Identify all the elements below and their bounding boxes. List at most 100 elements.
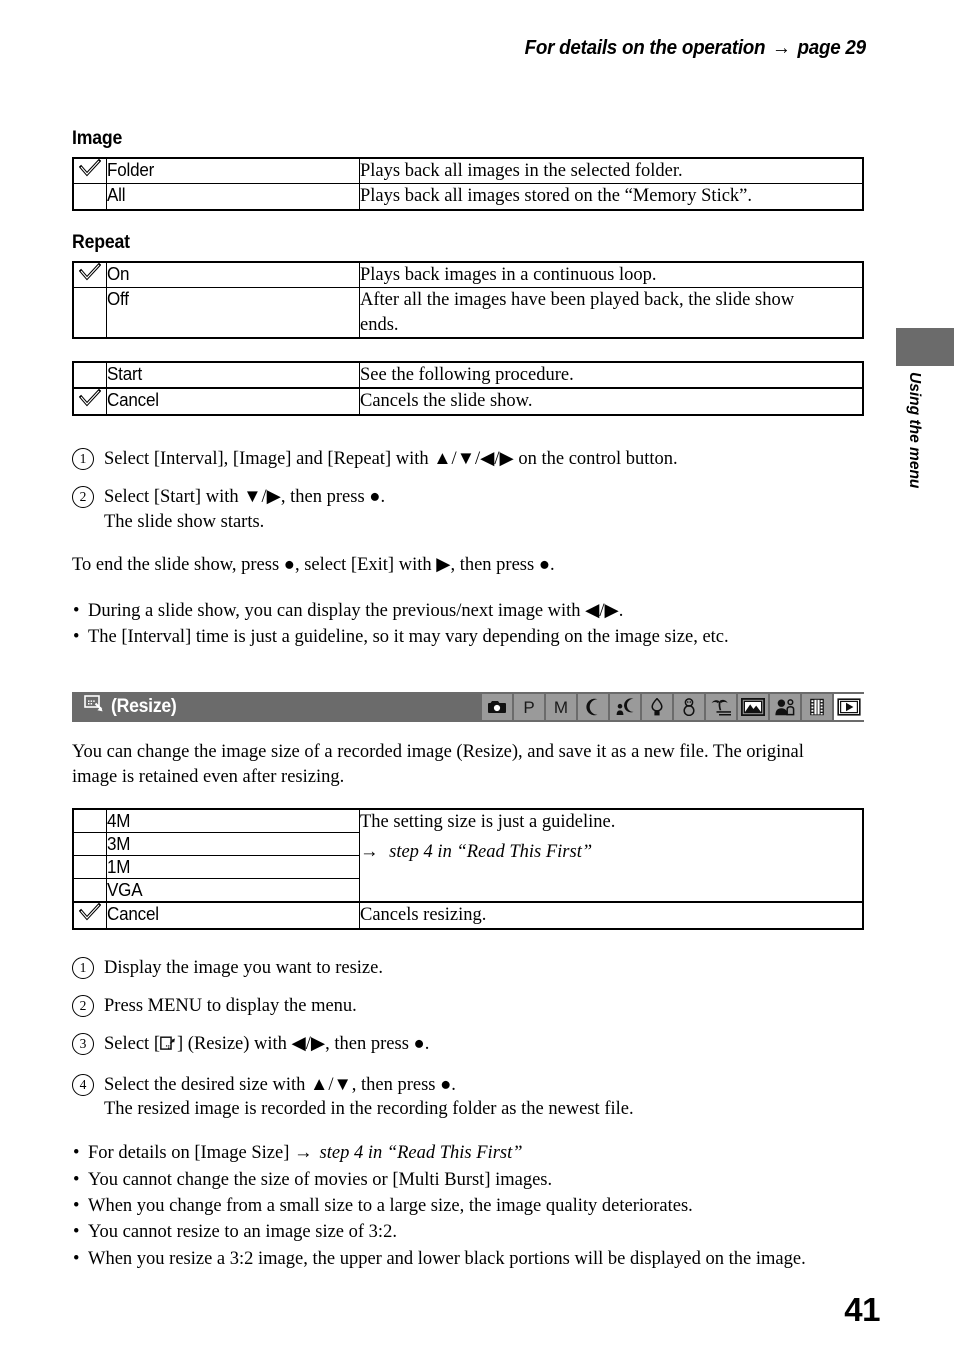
image-options-table: Folder Plays back all images in the sele… — [72, 157, 864, 211]
step-number: 2 — [72, 485, 94, 508]
portrait-mode-icon[interactable] — [770, 694, 800, 721]
checkmark-cell — [72, 901, 107, 930]
checkmark-icon — [79, 159, 101, 177]
option-label: 4M — [106, 808, 360, 834]
table-row: Start See the following procedure. — [72, 361, 864, 389]
option-description: Plays back images in a continuous loop. — [359, 261, 864, 289]
step-subtext: The slide show starts. — [104, 511, 265, 532]
step-number: 4 — [72, 1073, 94, 1096]
slideshow-notes-list: During a slide show, you can display the… — [72, 598, 864, 651]
option-label: Folder — [106, 157, 360, 185]
table-row: Folder Plays back all images in the sele… — [72, 157, 864, 185]
resize-options-table: 4M The setting size is just a guideline.… — [72, 808, 864, 930]
mode-icon-row: P M — [482, 692, 864, 722]
step-text: Press MENU to display the menu. — [104, 995, 357, 1016]
list-item: You cannot resize to an image size of 3:… — [72, 1219, 864, 1246]
option-label: 1M — [106, 855, 360, 880]
list-item-reference: step 4 in “Read This First” — [319, 1143, 523, 1164]
list-item: For details on [Image Size] → step 4 in “… — [72, 1140, 864, 1167]
resize-intro-text: You can change the image size of a recor… — [72, 742, 804, 788]
option-label: VGA — [106, 878, 360, 903]
checkmark-cell — [72, 287, 107, 339]
page-content: Image Folder Plays back all images in th… — [72, 0, 864, 1272]
step-number: 1 — [72, 956, 94, 979]
checkmark-cell — [72, 832, 107, 857]
option-description: Cancels resizing. — [359, 901, 864, 930]
arrow-right-icon: → — [294, 1143, 313, 1164]
list-item: You cannot change the size of movies or … — [72, 1167, 864, 1194]
step-text: Select [Start] with ▼/▶, then press ●. — [104, 486, 386, 507]
table-row: Cancel Cancels the slide show. — [72, 387, 864, 416]
banner-title: (Resize) — [72, 695, 181, 719]
resize-notes-list: For details on [Image Size] → step 4 in “… — [72, 1140, 864, 1272]
checkmark-cell — [72, 183, 107, 211]
checkmark-cell — [72, 361, 107, 389]
option-description: After all the images have been played ba… — [359, 287, 864, 339]
page-number: 41 — [844, 1291, 880, 1328]
slideshow-step-2: 2 Select [Start] with ▼/▶, then press ●.… — [72, 485, 864, 535]
checkmark-cell — [72, 157, 107, 185]
step-number: 3 — [72, 1032, 94, 1055]
resize-desc-reference: step 4 in “Read This First” — [389, 841, 593, 862]
list-item: During a slide show, you can display the… — [72, 598, 864, 625]
playback-mode-icon[interactable] — [834, 694, 864, 721]
resize-icon-inline — [160, 1035, 177, 1060]
checkmark-cell — [72, 878, 107, 903]
step-text: Select [Interval], [Image] and [Repeat] … — [104, 448, 678, 469]
option-label: Off — [106, 287, 360, 339]
mode-letter: M — [553, 697, 569, 717]
section-heading-image: Image — [72, 128, 123, 149]
banner-title-text: (Resize) — [111, 696, 177, 718]
arrow-right-icon: → — [360, 841, 379, 862]
list-item-text: For details on [Image Size] — [88, 1143, 295, 1164]
snow-mode-icon[interactable] — [674, 694, 704, 721]
step-text-before: Select [ — [104, 1033, 160, 1054]
step-text-after: ] (Resize) with ◀/▶, then press ●. — [177, 1033, 430, 1054]
list-item: When you change from a small size to a l… — [72, 1193, 864, 1220]
landscape-mode-icon[interactable] — [738, 694, 768, 721]
slideshow-step-1: 1 Select [Interval], [Image] and [Repeat… — [72, 447, 864, 472]
list-item: The [Interval] time is just a guideline,… — [72, 624, 864, 651]
checkmark-cell — [72, 808, 107, 834]
option-description: See the following procedure. — [359, 361, 864, 389]
resize-step-3: 3 Select [ ] (Resize) with ◀/▶, then pre… — [72, 1032, 864, 1060]
option-label: Cancel — [106, 387, 360, 416]
option-description: Plays back all images in the selected fo… — [359, 157, 864, 185]
option-label: Cancel — [106, 901, 360, 930]
table-row: On Plays back images in a continuous loo… — [72, 261, 864, 289]
repeat-options-table: On Plays back images in a continuous loo… — [72, 260, 864, 340]
side-tab-block — [896, 328, 954, 366]
resize-mode-banner: (Resize) P M — [72, 692, 864, 723]
resize-size-description: The setting size is just a guideline. → … — [359, 808, 864, 903]
checkmark-icon — [79, 903, 101, 921]
resize-desc-line2: → step 4 in “Read This First” — [360, 840, 862, 864]
checkmark-cell — [72, 387, 107, 416]
program-mode-icon[interactable]: P — [514, 694, 544, 721]
option-description: Cancels the slide show. — [359, 387, 864, 416]
option-label: 3M — [106, 832, 360, 857]
beach-mode-icon[interactable] — [706, 694, 736, 721]
twilight-mode-icon[interactable] — [578, 694, 608, 721]
twilight-portrait-mode-icon[interactable] — [610, 694, 640, 721]
movie-mode-icon[interactable] — [802, 694, 832, 721]
mode-letter: P — [523, 697, 535, 717]
side-tab-label: Using the menu — [906, 372, 923, 489]
table-row: 4M The setting size is just a guideline.… — [72, 808, 864, 903]
option-description: Plays back all images stored on the “Mem… — [359, 183, 864, 211]
table-row: Off After all the images have been playe… — [72, 287, 864, 339]
checkmark-cell — [72, 855, 107, 880]
slideshow-end-note: To end the slide show, press ●, select [… — [72, 554, 555, 575]
step-number: 1 — [72, 447, 94, 470]
candle-mode-icon[interactable] — [642, 694, 672, 721]
checkmark-icon — [79, 389, 101, 407]
step-text: Select the desired size with ▲/▼, then p… — [104, 1074, 456, 1095]
resize-step-4: 4 Select the desired size with ▲/▼, then… — [72, 1073, 864, 1123]
table-row: Cancel Cancels resizing. — [72, 901, 864, 930]
auto-camera-mode-icon[interactable] — [482, 694, 512, 721]
start-cancel-table: Start See the following procedure. Cance… — [72, 361, 864, 416]
section-heading-repeat: Repeat — [72, 231, 130, 253]
checkmark-cell — [72, 261, 107, 289]
manual-mode-icon[interactable]: M — [546, 694, 576, 721]
resize-icon — [84, 695, 104, 719]
checkmark-icon — [79, 262, 101, 281]
